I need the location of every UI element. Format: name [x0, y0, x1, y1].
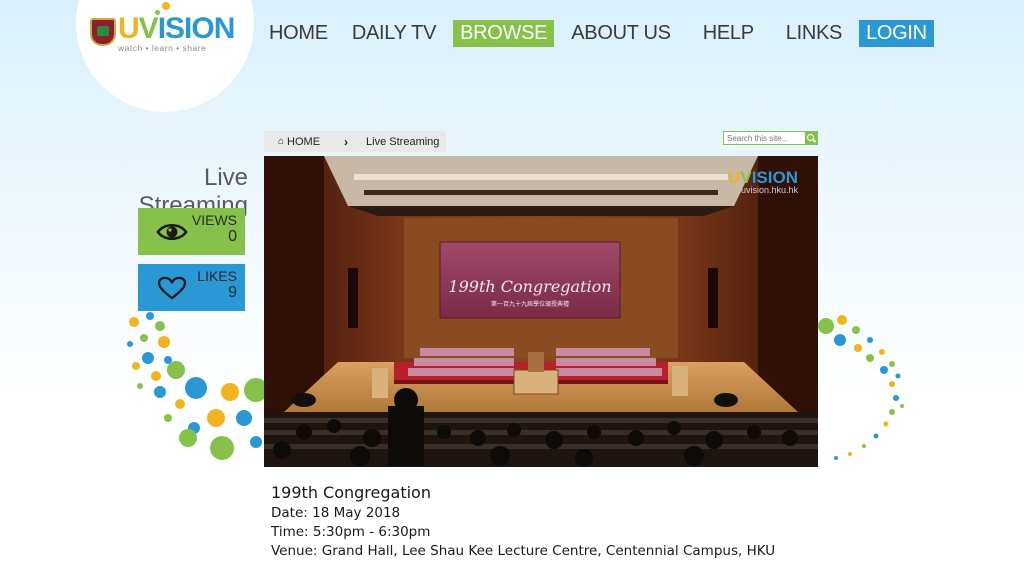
likes-count: 9 — [228, 284, 237, 301]
nav-login[interactable]: LOGIN — [859, 20, 934, 47]
eye-icon — [156, 224, 188, 240]
main-nav: HOME DAILY TV BROWSE ABOUT US HELP LINKS… — [262, 20, 944, 47]
video-watermark: UVISION uvision.hku.hk — [728, 168, 798, 195]
views-label: VIEWS — [191, 212, 237, 228]
likes-label: LIKES — [197, 268, 237, 284]
decorative-dots-left — [127, 312, 268, 460]
event-date: Date: 18 May 2018 — [271, 505, 401, 521]
search-icon[interactable] — [805, 132, 817, 144]
nav-daily-tv[interactable]: DAILY TV — [345, 20, 443, 47]
home-icon: ⌂ — [278, 136, 285, 147]
hku-crest-icon — [90, 18, 116, 46]
video-player[interactable]: 199th Congregation 第一百九十九屆學位頒授典禮 UVISION… — [264, 156, 818, 467]
logo-wordmark: UVISION — [118, 12, 235, 45]
site-search — [723, 131, 818, 145]
chevron-right-icon: › — [344, 134, 349, 149]
views-count: 0 — [228, 228, 237, 245]
logo-dot-icon — [155, 10, 160, 15]
nav-about-us[interactable]: ABOUT US — [564, 20, 677, 47]
nav-home[interactable]: HOME — [262, 20, 335, 47]
logo-tagline: watch • learn • share — [118, 43, 207, 53]
logo-dot-icon — [162, 2, 170, 10]
heart-icon — [157, 276, 187, 300]
breadcrumb: ⌂ HOME › Live Streaming — [264, 131, 446, 152]
event-time: Time: 5:30pm - 6:30pm — [271, 524, 431, 540]
event-title: 199th Congregation — [271, 483, 431, 502]
event-details: 199th Congregation Date: 18 May 2018 Tim… — [264, 467, 818, 576]
nav-browse[interactable]: BROWSE — [453, 20, 555, 47]
breadcrumb-home-link[interactable]: ⌂ HOME — [264, 136, 320, 148]
breadcrumb-home-label: HOME — [287, 135, 321, 148]
video-frame: 199th Congregation 第一百九十九屆學位頒授典禮 — [264, 156, 818, 467]
decorative-dots-right — [818, 315, 904, 460]
views-counter: VIEWS 0 — [138, 208, 245, 255]
event-venue: Venue: Grand Hall, Lee Shau Kee Lecture … — [271, 543, 776, 559]
breadcrumb-current: Live Streaming — [366, 135, 440, 148]
banner-title: 199th Congregation — [448, 277, 611, 296]
likes-button[interactable]: LIKES 9 — [138, 264, 245, 311]
uvision-logo[interactable]: UVISION watch • learn • share — [88, 2, 240, 54]
nav-links[interactable]: LINKS — [779, 20, 849, 47]
search-input[interactable] — [724, 132, 805, 144]
nav-help[interactable]: HELP — [696, 20, 761, 47]
banner-subtitle: 第一百九十九屆學位頒授典禮 — [491, 300, 569, 308]
